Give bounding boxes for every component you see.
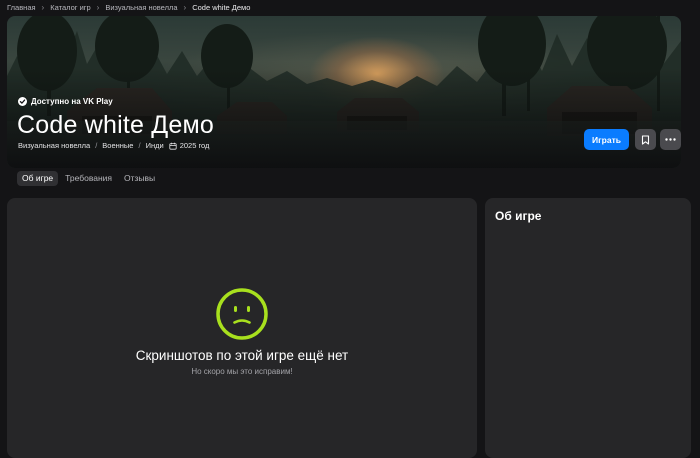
tag-separator: / xyxy=(95,141,98,150)
play-button[interactable]: Играть xyxy=(584,129,629,150)
breadcrumb: Главная › Каталог игр › Визуальная новел… xyxy=(7,0,250,14)
tag-separator: / xyxy=(138,141,141,150)
release-year: 2025 год xyxy=(169,141,210,150)
availability-badge: Доступно на VK Play xyxy=(18,97,113,106)
about-game-title: Об игре xyxy=(495,209,542,223)
chevron-right-icon: › xyxy=(183,2,187,12)
more-dots-icon xyxy=(665,138,676,141)
availability-text: Доступно на VK Play xyxy=(31,97,113,106)
bookmark-icon xyxy=(641,134,650,145)
more-options-button[interactable] xyxy=(660,129,681,150)
calendar-icon xyxy=(169,142,177,150)
tag-theme[interactable]: Военные xyxy=(102,141,133,150)
breadcrumb-genre[interactable]: Визуальная новелла xyxy=(105,3,177,12)
tag-genre[interactable]: Визуальная новелла xyxy=(18,141,90,150)
tab-about[interactable]: Об игре xyxy=(17,171,59,186)
chevron-right-icon: › xyxy=(96,2,100,12)
breadcrumb-current: Code white Демо xyxy=(192,2,251,12)
game-title: Code white Демо xyxy=(17,111,214,139)
breadcrumb-catalog[interactable]: Каталог игр xyxy=(50,3,90,12)
release-year-text: 2025 год xyxy=(179,141,210,150)
screenshots-panel: Скриншотов по этой игре ещё нет Но скоро… xyxy=(7,198,477,458)
tab-reviews[interactable]: Отзывы xyxy=(119,171,160,186)
tag-indie[interactable]: Инди xyxy=(146,141,164,150)
chevron-right-icon: › xyxy=(41,2,45,12)
checkmark-icon xyxy=(18,97,27,106)
tab-requirements[interactable]: Требования xyxy=(60,171,117,186)
empty-state-title: Скриншотов по этой игре ещё нет xyxy=(135,348,349,363)
sad-face-icon xyxy=(216,288,268,340)
empty-state-subtitle: Но скоро мы это исправим! xyxy=(191,367,293,376)
game-tabs: Об игре Требования Отзывы xyxy=(17,171,160,186)
bookmark-button[interactable] xyxy=(635,129,656,150)
about-game-panel: Об игре xyxy=(485,198,691,458)
breadcrumb-home[interactable]: Главная xyxy=(7,3,36,12)
game-tags: Визуальная новелла / Военные / Инди 2025… xyxy=(18,141,209,150)
